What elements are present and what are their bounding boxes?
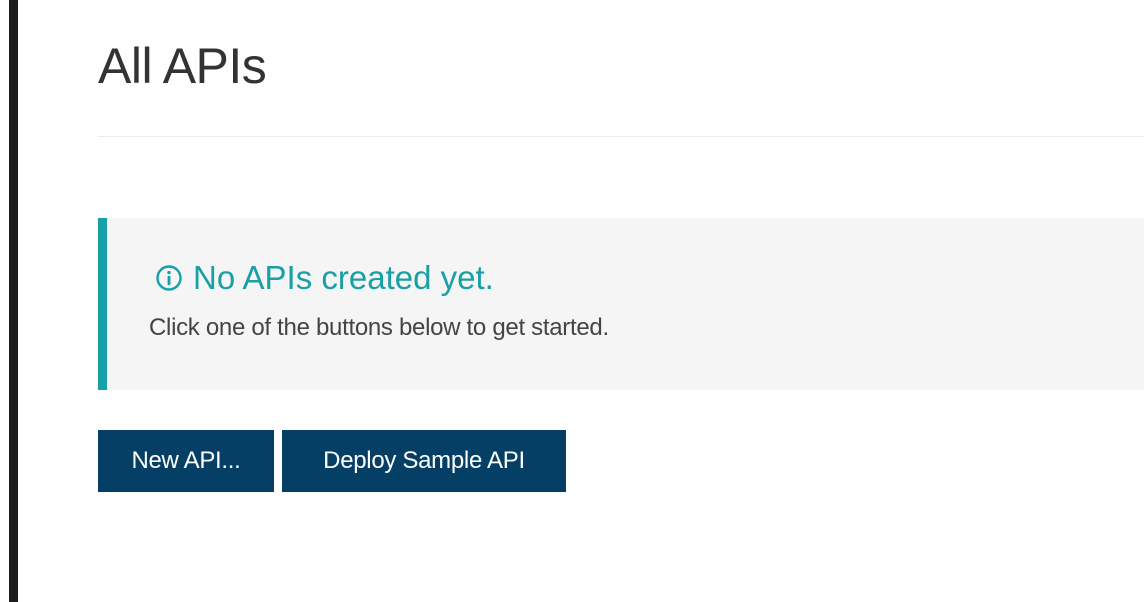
empty-state-heading: No APIs created yet. <box>155 258 494 298</box>
empty-state-subtext: Click one of the buttons below to get st… <box>149 314 609 341</box>
page: All APIs No APIs created yet. Click one … <box>0 0 1144 602</box>
empty-state-heading-text: No APIs created yet. <box>193 259 494 296</box>
info-icon <box>155 264 183 292</box>
page-title: All APIs <box>98 38 267 94</box>
new-api-button[interactable]: New API... <box>98 430 274 492</box>
left-edge-bar <box>9 0 18 602</box>
empty-state-panel: No APIs created yet. Click one of the bu… <box>98 218 1144 390</box>
title-divider <box>98 136 1144 137</box>
deploy-sample-api-button[interactable]: Deploy Sample API <box>282 430 566 492</box>
